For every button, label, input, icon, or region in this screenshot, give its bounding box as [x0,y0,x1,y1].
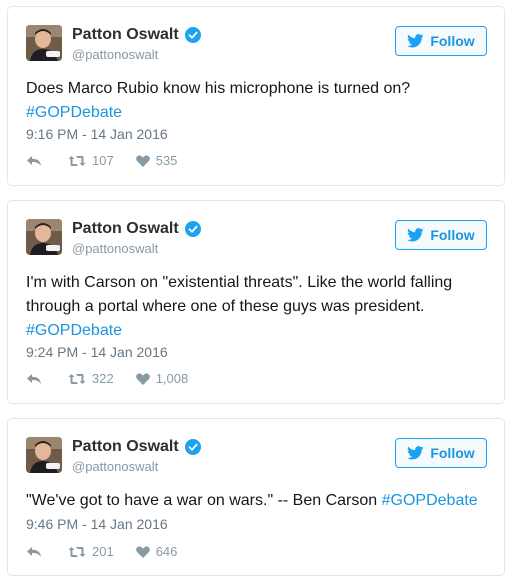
author-name[interactable]: Patton Oswalt [72,220,179,238]
retweet-icon [68,155,86,166]
hashtag-link[interactable]: #GOPDebate [26,322,122,339]
retweet-count: 107 [92,153,114,168]
follow-label: Follow [430,445,475,461]
avatar-photo-icon [26,437,62,473]
like-count: 535 [155,153,178,168]
like-count: 646 [155,544,178,559]
avatar[interactable] [26,219,62,255]
timestamp[interactable]: 9:46 PM - 14 Jan 2016 [26,516,168,532]
tweet-actions: 201 646 [26,544,177,559]
heart-icon [135,372,150,385]
verified-badge-icon [184,439,201,455]
follow-label: Follow [430,227,475,243]
reply-icon [27,155,41,166]
follow-button[interactable]: Follow [395,438,487,468]
reply-button[interactable] [26,546,42,558]
tweet-actions: 107 535 [26,153,177,168]
like-button[interactable]: 646 [135,544,178,559]
tweet-body: "We've got to have a war on wars." -- Be… [26,492,378,509]
reply-button[interactable] [26,155,42,167]
avatar[interactable] [26,437,62,473]
reply-button[interactable] [26,373,42,385]
hashtag-link[interactable]: #GOPDebate [26,104,122,121]
verified-badge-icon [184,27,201,43]
retweet-button[interactable]: 107 [68,153,114,168]
verified-badge-icon [184,221,201,237]
heart-icon [135,154,150,167]
tweet-actions: 322 1,008 [26,371,188,386]
twitter-bird-icon [407,34,424,48]
tweet-text: Does Marco Rubio know his microphone is … [26,77,486,125]
author-name[interactable]: Patton Oswalt [72,26,179,44]
follow-button[interactable]: Follow [395,26,487,56]
avatar[interactable] [26,25,62,61]
follow-button[interactable]: Follow [395,220,487,250]
tweet-card: Patton Oswalt @pattonoswalt Follow "We'v… [7,418,505,576]
like-count: 1,008 [155,371,189,386]
author-handle[interactable]: @pattonoswalt [72,47,158,62]
avatar-photo-icon [26,219,62,255]
tweet-card: Patton Oswalt @pattonoswalt Follow Does … [7,6,505,186]
heart-icon [135,545,150,558]
like-button[interactable]: 1,008 [135,371,189,386]
author-name[interactable]: Patton Oswalt [72,438,179,456]
tweet-text: I'm with Carson on "existential threats"… [26,271,486,343]
follow-label: Follow [430,33,475,49]
retweet-count: 322 [92,371,114,386]
twitter-bird-icon [407,446,424,460]
twitter-bird-icon [407,228,424,242]
like-button[interactable]: 535 [135,153,178,168]
retweet-count: 201 [92,544,114,559]
tweet-card: Patton Oswalt @pattonoswalt Follow I'm w… [7,200,505,404]
timestamp[interactable]: 9:24 PM - 14 Jan 2016 [26,344,168,360]
retweet-icon [68,546,86,557]
retweet-icon [68,373,86,384]
tweet-text: "We've got to have a war on wars." -- Be… [26,489,486,513]
reply-icon [27,373,41,384]
retweet-button[interactable]: 322 [68,371,114,386]
retweet-button[interactable]: 201 [68,544,114,559]
author-handle[interactable]: @pattonoswalt [72,241,158,256]
tweet-body: Does Marco Rubio know his microphone is … [26,80,411,97]
author-handle[interactable]: @pattonoswalt [72,459,158,474]
timestamp[interactable]: 9:16 PM - 14 Jan 2016 [26,126,168,142]
reply-icon [27,546,41,557]
avatar-photo-icon [26,25,62,61]
hashtag-link[interactable]: #GOPDebate [382,492,478,509]
tweet-body: I'm with Carson on "existential threats"… [26,274,453,315]
